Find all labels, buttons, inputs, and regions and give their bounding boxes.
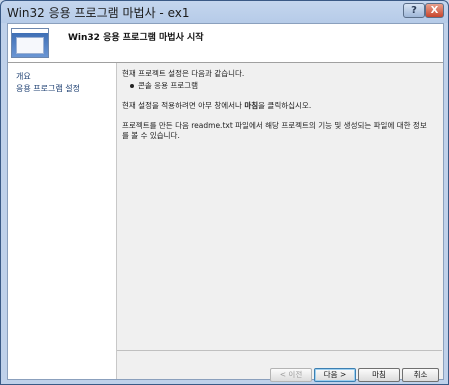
prev-button[interactable]: < 이전 — [270, 368, 312, 382]
title-bar[interactable]: Win32 응용 프로그램 마법사 - ex1 ? X — [1, 1, 448, 21]
apply-instruction-text: 현재 설정을 적용하려면 아무 창에서나 마침을 클릭하십시오. — [122, 100, 311, 111]
window-frame-icon — [16, 37, 44, 54]
apply-instruction-pre: 현재 설정을 적용하려면 아무 창에서나 — [122, 101, 245, 110]
readme-info-text-line2: 를 볼 수 있습니다. — [122, 131, 180, 140]
wizard-window: Win32 응용 프로그램 마법사 - ex1 ? X Win32 응용 프로그… — [0, 0, 449, 385]
apply-instruction-post: 을 클릭하십시오. — [258, 101, 312, 110]
page-title: Win32 응용 프로그램 마법사 시작 — [68, 33, 204, 43]
current-settings-text: 현재 프로젝트 설정은 다음과 같습니다. — [122, 69, 245, 78]
apply-instruction-finish: 마침 — [244, 101, 259, 110]
wizard-header: Win32 응용 프로그램 마법사 시작 — [8, 24, 443, 63]
bullet-icon — [130, 84, 134, 88]
close-button[interactable]: X — [425, 3, 444, 18]
wizard-client-area: Win32 응용 프로그램 마법사 시작 개요 응용 프로그램 설정 현재 프로… — [7, 23, 444, 382]
sidebar-item-app-settings[interactable]: 응용 프로그램 설정 — [16, 83, 80, 94]
setting-console-app: 콘솔 응용 프로그램 — [138, 81, 198, 90]
next-button[interactable]: 다음 > — [314, 368, 356, 382]
cancel-button[interactable]: 취소 — [402, 368, 439, 382]
window-title: Win32 응용 프로그램 마법사 - ex1 — [7, 6, 190, 20]
help-button[interactable]: ? — [403, 3, 425, 18]
sidebar-item-overview[interactable]: 개요 — [16, 71, 31, 82]
wizard-sidebar: 개요 응용 프로그램 설정 — [8, 63, 117, 379]
button-separator — [117, 350, 442, 351]
finish-button[interactable]: 마침 — [358, 368, 400, 382]
wizard-logo-icon — [11, 28, 49, 58]
